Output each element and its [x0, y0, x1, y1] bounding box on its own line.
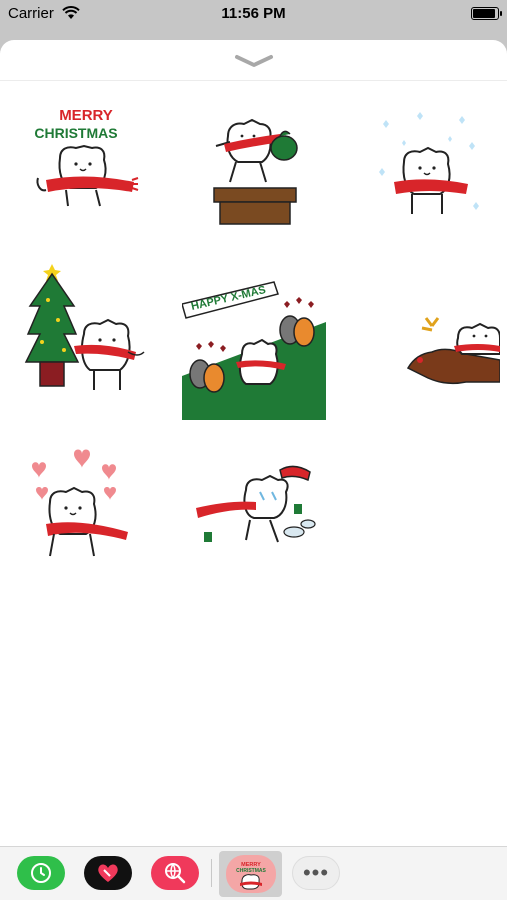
- sticker-snowflakes[interactable]: [376, 106, 486, 222]
- sticker-happy-xmas[interactable]: HAPPY X-MAS: [182, 264, 326, 420]
- more-apps-icon[interactable]: •••: [292, 856, 340, 890]
- drawer-divider: [0, 80, 507, 81]
- sticker-reindeer-ride[interactable]: [406, 316, 500, 394]
- more-dots-icon: •••: [302, 860, 330, 885]
- status-bar: Carrier 11:56 PM: [0, 0, 507, 28]
- sticker-gift-on-chimney[interactable]: [206, 106, 302, 226]
- clock-app-icon[interactable]: [17, 856, 65, 890]
- sticker-drawer: MERRY CHRISTMAS HAPPY X-MAS: [0, 40, 507, 846]
- globe-search-app-icon[interactable]: [151, 856, 199, 890]
- sticker-pack-app-icon[interactable]: MERRY CHRISTMAS: [226, 855, 276, 893]
- sticker-hearts[interactable]: [28, 446, 138, 558]
- heart-glyph-icon: [98, 864, 118, 882]
- clock-glyph-icon: [31, 863, 51, 883]
- battery-fill: [473, 9, 495, 18]
- sticker-text-merry: MERRY: [59, 107, 113, 124]
- sticker-pack-glyph-icon: MERRY CHRISTMAS: [236, 862, 267, 890]
- dock-sticker-christmas: CHRISTMAS: [236, 868, 266, 874]
- sticker-christmas-tree[interactable]: [24, 260, 146, 404]
- imessage-app-screen: Carrier 11:56 PM MERRY CHRISTMAS HAPPY X…: [0, 0, 507, 900]
- status-time: 11:56 PM: [221, 5, 286, 22]
- globe-search-glyph-icon: [165, 863, 186, 884]
- sticker-text-christmas: CHRISTMAS: [34, 125, 117, 141]
- battery-icon: [471, 7, 502, 20]
- app-drawer-dock: MERRY CHRISTMAS •••: [0, 846, 507, 900]
- chevron-down-icon[interactable]: [233, 52, 275, 70]
- sticker-melted-snowman[interactable]: [190, 460, 316, 550]
- dock-separator: [211, 859, 212, 887]
- heart-app-icon[interactable]: [84, 856, 132, 890]
- sticker-merry-christmas[interactable]: MERRY CHRISTMAS: [26, 102, 148, 220]
